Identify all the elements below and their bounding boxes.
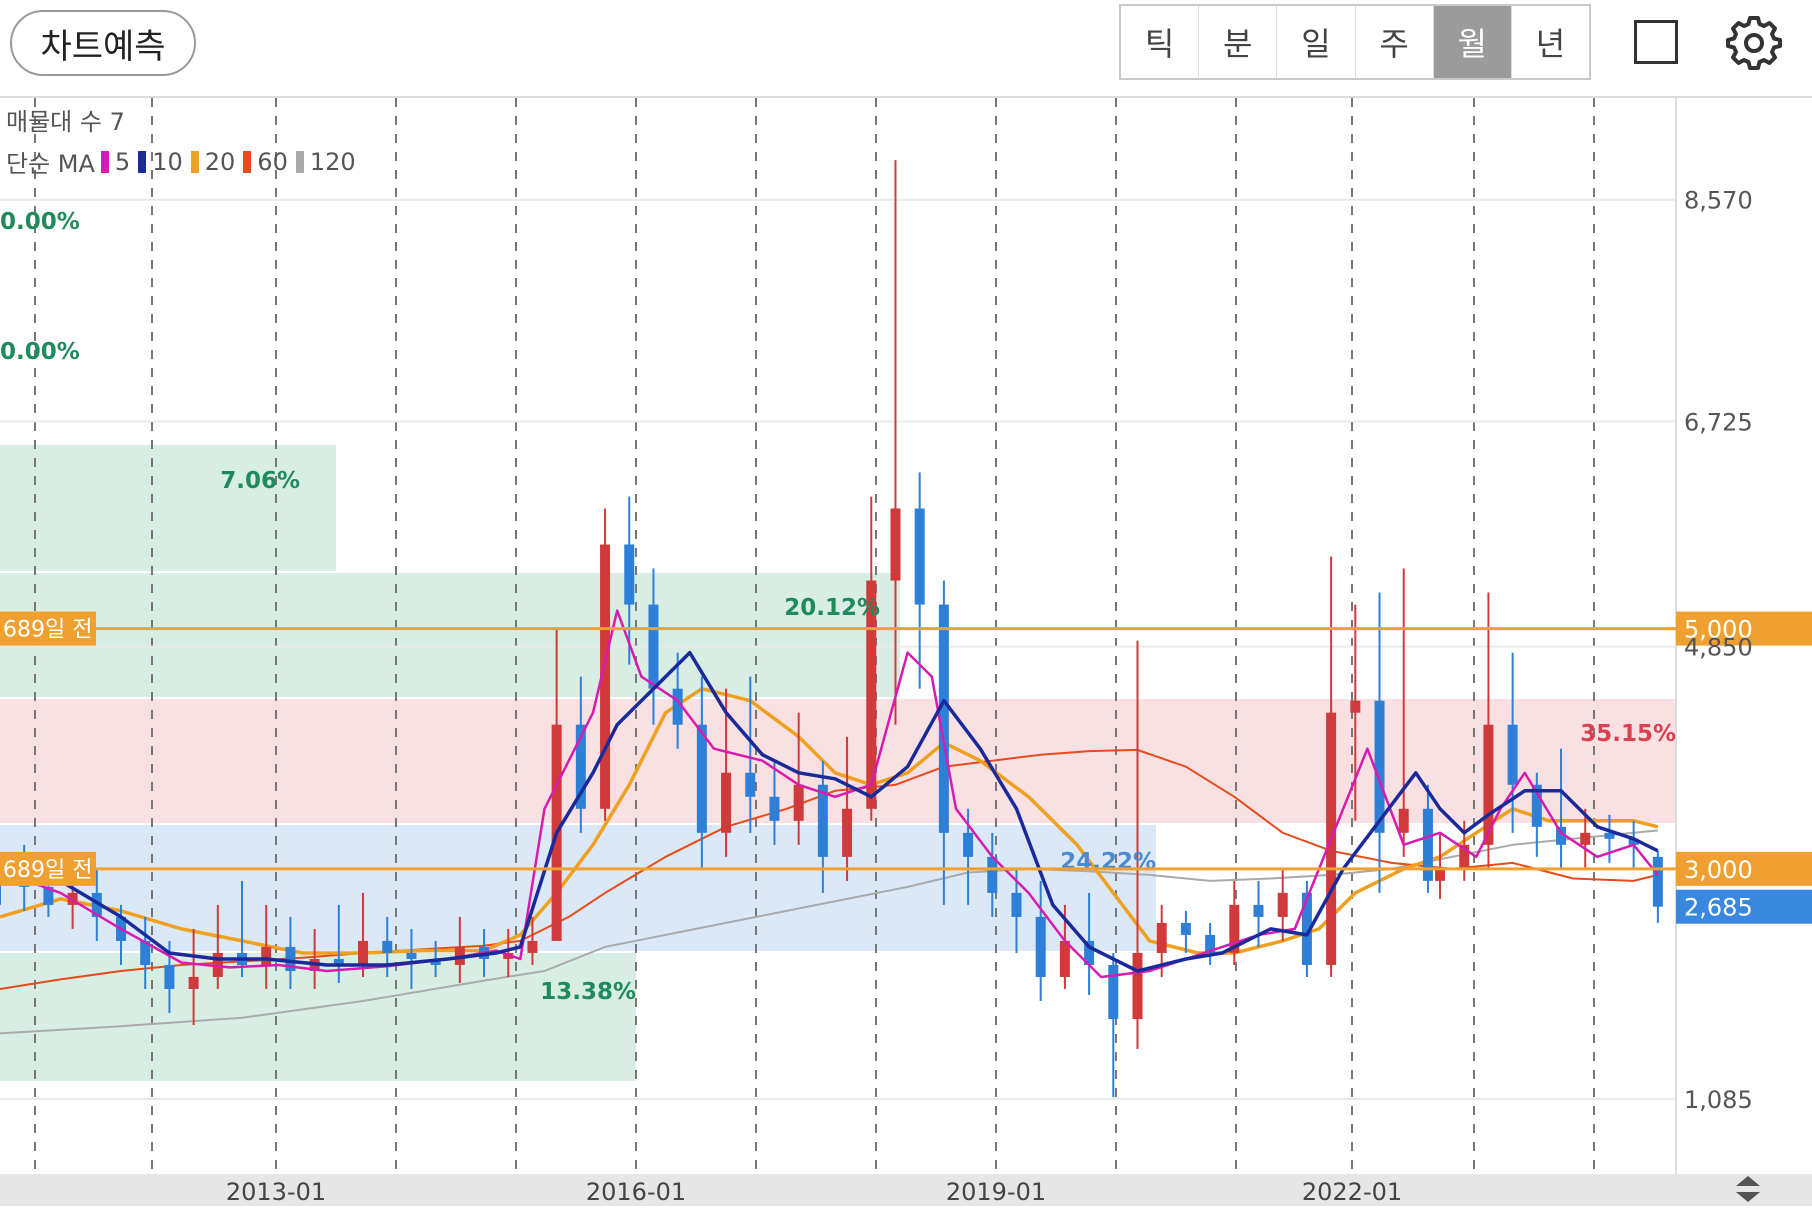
- layout-square-icon[interactable]: [1632, 18, 1684, 70]
- x-tick-label: 2022-01: [1302, 1178, 1402, 1206]
- y-tick-label: 6,725: [1684, 408, 1753, 436]
- period-tab-day[interactable]: 일: [1277, 6, 1356, 78]
- ma60-label: 60: [257, 147, 288, 176]
- candle-body: [1398, 808, 1409, 833]
- volume-profile-band: [0, 699, 1676, 823]
- chart-predict-button[interactable]: 차트예측: [10, 10, 196, 76]
- volume-profile-percent: 20.12%: [784, 595, 880, 621]
- ma20-swatch: [190, 150, 199, 173]
- top-toolbar: 차트예측 틱 분 일 주 월 년: [0, 0, 1812, 98]
- candle-body: [1374, 700, 1385, 833]
- ma120-label: 120: [309, 147, 356, 176]
- candle-body: [745, 772, 756, 797]
- candle-body: [527, 940, 538, 953]
- candle-body: [696, 724, 707, 833]
- ma60-swatch: [243, 150, 252, 173]
- current-price-label: 2,685: [1684, 894, 1753, 922]
- candle-body: [1035, 916, 1046, 977]
- candle-body: [817, 784, 828, 857]
- candle-body: [721, 772, 732, 833]
- volume-profile-percent: 13.38%: [540, 979, 636, 1005]
- ma5-swatch: [100, 150, 109, 173]
- candle-body: [963, 832, 974, 857]
- x-tick-label: 2013-01: [226, 1178, 326, 1206]
- moving-average-legend: 단순 MA 5 10 20 60 120: [6, 144, 358, 179]
- volume-profile-percent: 7.06%: [220, 468, 300, 494]
- volume-profile-percent: 0.00%: [0, 209, 80, 235]
- candle-body: [164, 964, 175, 989]
- period-selector: 틱 분 일 주 월 년: [1119, 4, 1591, 80]
- candle-body: [1435, 868, 1446, 881]
- period-tab-minute[interactable]: 분: [1199, 6, 1278, 78]
- candle-body: [382, 940, 393, 953]
- ma-legend-label: 단순 MA: [6, 150, 95, 178]
- candle-body: [842, 808, 853, 857]
- period-tab-year[interactable]: 년: [1512, 6, 1589, 78]
- ma20-label: 20: [204, 147, 236, 176]
- y-tick-label: 4,850: [1684, 634, 1753, 662]
- candle-body: [793, 784, 804, 821]
- gear-icon[interactable]: [1724, 12, 1784, 72]
- volume-profile-band: [0, 573, 900, 697]
- candle-body: [1277, 892, 1288, 917]
- candle-body: [1059, 940, 1070, 977]
- price-marker-left-label: 689일 전: [3, 858, 92, 883]
- price-chart[interactable]: 0.00% 0.00% 7.06% 20.12% 35.15% 24.22% 13.38% 6…: [0, 98, 1812, 1206]
- candle-body: [1580, 832, 1591, 845]
- period-tab-week[interactable]: 주: [1356, 6, 1434, 78]
- x-tick-label: 2016-01: [586, 1178, 686, 1206]
- candle-body: [1180, 922, 1191, 935]
- volume-profile-percent: 35.15%: [1580, 721, 1676, 747]
- volume-profile-percent: 24.22%: [1060, 849, 1156, 875]
- ma5-label: 5: [114, 147, 131, 176]
- candle-body: [406, 952, 417, 959]
- y-tick-label: 8,570: [1684, 187, 1753, 215]
- ma10-label: 10: [152, 147, 183, 176]
- candle-body: [1132, 952, 1143, 1020]
- candle-body: [624, 544, 635, 605]
- ma10-swatch: [138, 150, 147, 173]
- candle-body: [1507, 724, 1518, 785]
- volume-profile-percent: 0.00%: [0, 339, 80, 365]
- axis-scale-handle-icon[interactable]: [1732, 1174, 1764, 1204]
- volume-profile-legend: 매물대 수 7: [6, 108, 125, 136]
- candle-body: [1350, 700, 1361, 713]
- candle-body: [914, 508, 925, 605]
- candlestick-chart-svg[interactable]: 0.00% 0.00% 7.06% 20.12% 35.15% 24.22% 13.38% 6…: [0, 98, 1812, 1206]
- y-tick-label: 1,085: [1684, 1086, 1753, 1114]
- candle-body: [188, 976, 199, 989]
- candle-body: [890, 508, 901, 581]
- candle-body: [358, 940, 369, 965]
- ma120-swatch: [295, 150, 304, 173]
- candle-body: [261, 946, 272, 965]
- candle-body: [1108, 964, 1119, 1020]
- candle-body: [987, 856, 998, 893]
- volume-profile-band: [0, 445, 336, 571]
- price-marker-right-label: 3,000: [1684, 856, 1753, 884]
- candle-body: [1011, 892, 1022, 917]
- candle-body: [1156, 922, 1167, 953]
- price-marker-left-label: 689일 전: [3, 618, 92, 643]
- x-tick-label: 2019-01: [946, 1178, 1046, 1206]
- period-tab-tick[interactable]: 틱: [1121, 6, 1200, 78]
- candle-body: [769, 796, 780, 821]
- period-tab-month[interactable]: 월: [1433, 6, 1512, 78]
- candle-body: [1253, 904, 1264, 917]
- candle-body: [648, 604, 659, 689]
- candle-body: [1652, 856, 1663, 907]
